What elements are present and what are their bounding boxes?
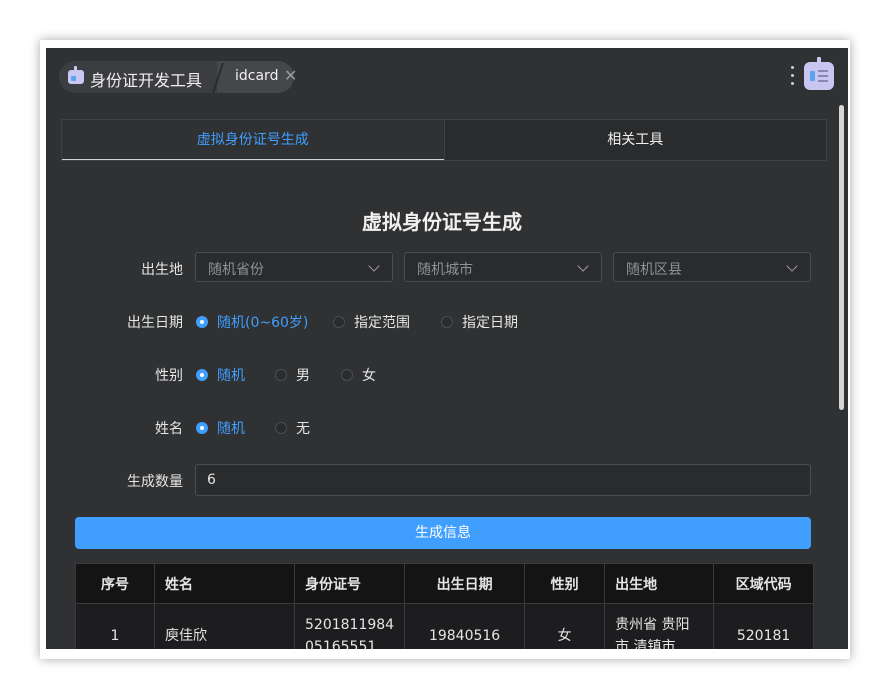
birthdate-specific-radio[interactable]: 指定日期: [441, 312, 518, 332]
column-header[interactable]: 序号: [75, 563, 155, 604]
gender-male-radio[interactable]: 男: [275, 365, 310, 385]
name-none-radio[interactable]: 无: [275, 418, 310, 438]
radio-label: 无: [296, 421, 310, 437]
city-placeholder: 随机城市: [417, 262, 473, 278]
id-line-1: 5201811984: [305, 617, 395, 633]
radio-unchecked-icon: [275, 369, 287, 381]
tab-related-tools[interactable]: 相关工具: [443, 120, 826, 160]
radio-checked-icon: [196, 369, 208, 381]
radio-label: 女: [362, 368, 376, 384]
id-line-2: 05165551: [305, 639, 377, 649]
results-table: 序号 姓名 身份证号 出生日期 性别 出生地 区域代码 1 庾佳欣 520181…: [75, 563, 815, 649]
radio-label: 男: [296, 368, 310, 384]
birthdate-random-radio[interactable]: 随机(0~60岁): [196, 312, 308, 332]
radio-checked-icon: [196, 422, 208, 434]
scrollbar-thumb[interactable]: [839, 105, 844, 410]
cell-birthplace: 贵州省 贵阳市 清镇市: [604, 603, 715, 649]
radio-checked-icon: [196, 316, 208, 328]
form-title: 虚拟身份证号生成: [362, 210, 522, 234]
column-header[interactable]: 性别: [524, 563, 606, 604]
radio-label: 指定日期: [462, 315, 518, 331]
chevron-down-icon: [577, 260, 589, 272]
radio-label: 随机: [217, 421, 245, 437]
generate-button[interactable]: 生成信息: [75, 517, 811, 549]
app-name: 身份证开发工具: [90, 71, 203, 90]
app-tab-bar[interactable]: 身份证开发工具 idcard ✕: [59, 61, 297, 93]
cell-name: 庾佳欣: [154, 603, 295, 649]
gender-label: 性别: [155, 368, 183, 384]
vertical-scrollbar[interactable]: [839, 105, 845, 649]
district-placeholder: 随机区县: [626, 262, 682, 278]
city-select[interactable]: 随机城市: [404, 252, 602, 282]
column-header[interactable]: 身份证号: [293, 563, 406, 604]
radio-unchecked-icon: [341, 369, 353, 381]
app-title-segment[interactable]: 身份证开发工具: [59, 61, 217, 93]
chevron-down-icon: [368, 260, 380, 272]
chevron-down-icon: [786, 260, 798, 272]
robot-icon: [68, 66, 84, 84]
place-line-2: 市 清镇市: [615, 639, 676, 649]
province-select[interactable]: 随机省份: [195, 252, 393, 282]
tab-idcard[interactable]: idcard: [235, 68, 278, 84]
cell-index: 1: [75, 603, 155, 649]
table-header-row: 序号 姓名 身份证号 出生日期 性别 出生地 区域代码: [75, 563, 815, 604]
cell-id-number: 5201811984 05165551: [293, 603, 406, 649]
cell-birthdate: 19840516: [404, 603, 526, 649]
count-value: 6: [207, 472, 216, 488]
count-input[interactable]: 6: [195, 464, 811, 496]
birthdate-range-radio[interactable]: 指定范围: [333, 312, 410, 332]
app-window: 身份证开发工具 idcard ✕ 虚拟身份证号生成 相关工具 虚拟身份证号生成 …: [46, 48, 848, 649]
province-placeholder: 随机省份: [208, 262, 264, 278]
name-random-radio[interactable]: 随机: [196, 418, 245, 438]
column-header[interactable]: 区域代码: [713, 563, 815, 604]
cell-gender: 女: [524, 603, 606, 649]
tab-id-generator[interactable]: 虚拟身份证号生成: [62, 120, 444, 160]
birthdate-label: 出生日期: [127, 315, 183, 331]
birthplace-label: 出生地: [141, 262, 183, 278]
column-header[interactable]: 出生地: [604, 563, 715, 604]
name-label: 姓名: [155, 421, 183, 437]
district-select[interactable]: 随机区县: [613, 252, 811, 282]
radio-unchecked-icon: [275, 422, 287, 434]
gender-female-radio[interactable]: 女: [341, 365, 376, 385]
count-label: 生成数量: [127, 474, 183, 490]
radio-unchecked-icon: [333, 316, 345, 328]
more-menu-icon[interactable]: [791, 66, 795, 88]
close-icon[interactable]: ✕: [284, 67, 297, 85]
cell-region-code: 520181: [713, 603, 815, 649]
content-tabs: 虚拟身份证号生成 相关工具: [61, 119, 827, 161]
radio-label: 随机: [217, 368, 245, 384]
column-header[interactable]: 出生日期: [404, 563, 526, 604]
table-row[interactable]: 1 庾佳欣 5201811984 05165551 19840516 女 贵州省 …: [75, 603, 815, 649]
radio-unchecked-icon: [441, 316, 453, 328]
radio-label: 随机(0~60岁): [217, 315, 309, 331]
column-header[interactable]: 姓名: [154, 563, 295, 604]
radio-label: 指定范围: [354, 315, 410, 331]
assistant-robot-icon[interactable]: [804, 57, 834, 90]
place-line-1: 贵州省 贵阳: [615, 617, 690, 633]
gender-random-radio[interactable]: 随机: [196, 365, 245, 385]
